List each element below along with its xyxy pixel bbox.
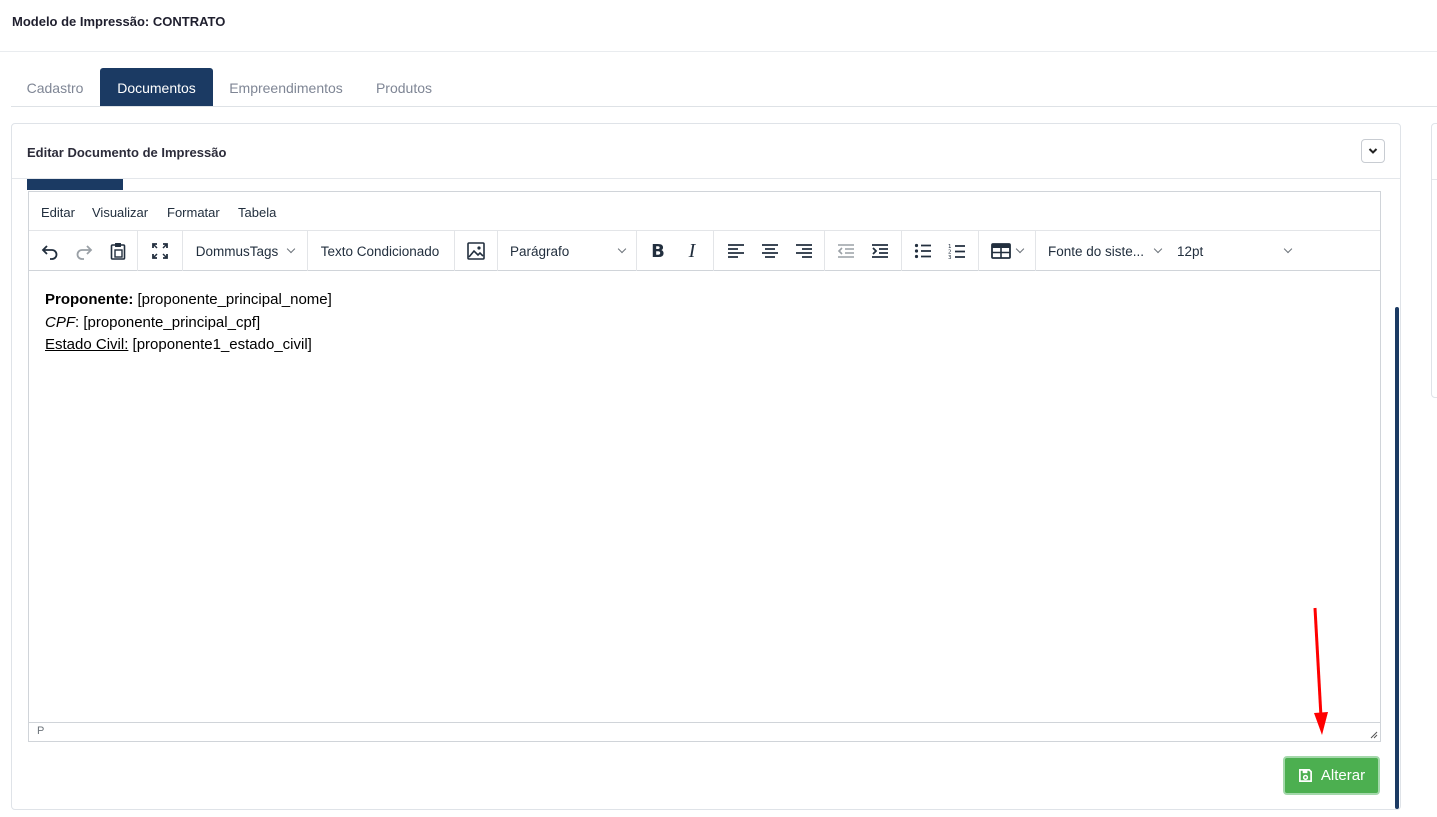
bullet-list-button[interactable] — [908, 235, 938, 267]
table-icon — [991, 243, 1011, 259]
menu-formatar[interactable]: Formatar — [167, 205, 220, 220]
bold-button[interactable]: B — [643, 235, 673, 267]
estado-civil-label: Estado Civil: — [45, 336, 129, 353]
align-right-icon — [796, 244, 812, 258]
scrollbar[interactable] — [1395, 307, 1399, 809]
cpf-label: CPF — [45, 313, 75, 331]
editor-toolbar: DommusTags Texto Condicionado Parágrafo — [29, 231, 1380, 271]
element-path[interactable]: P — [37, 725, 44, 737]
card-header: Editar Documento de Impressão — [12, 124, 1400, 179]
tab-empreendimentos[interactable]: Empreendimentos — [215, 68, 357, 106]
card-title: Editar Documento de Impressão — [27, 145, 227, 160]
chevron-down-icon — [1368, 148, 1378, 154]
block-format-dropdown[interactable]: Parágrafo — [503, 235, 633, 267]
chevron-down-icon — [1153, 244, 1163, 254]
redo-icon — [76, 245, 93, 260]
alterar-label: Alterar — [1320, 767, 1366, 784]
align-left-button[interactable] — [721, 235, 751, 267]
estado-civil-value: [proponente1_estado_civil] — [128, 336, 312, 353]
fullscreen-icon — [152, 243, 168, 259]
menu-visualizar[interactable]: Visualizar — [92, 205, 148, 220]
undo-button[interactable] — [35, 235, 65, 267]
italic-icon: I — [688, 239, 696, 262]
italic-button[interactable]: I — [677, 235, 707, 267]
indent-button[interactable] — [865, 235, 895, 267]
outdent-button[interactable] — [831, 235, 861, 267]
undo-icon — [41, 245, 58, 260]
menu-editar[interactable]: Editar — [41, 205, 75, 220]
bold-icon: B — [651, 240, 665, 262]
paste-button[interactable] — [103, 235, 133, 267]
tab-documentos[interactable]: Documentos — [100, 68, 213, 106]
editor-statusbar: P — [29, 722, 1380, 741]
collapse-button[interactable] — [1361, 139, 1385, 163]
table-dropdown[interactable] — [985, 235, 1029, 267]
content-line-proponente: Proponente: [proponente_principal_nome] — [45, 289, 1364, 312]
dommustags-dropdown[interactable]: DommusTags — [189, 235, 301, 267]
alterar-button[interactable]: Alterar — [1283, 756, 1380, 795]
menu-tabela[interactable]: Tabela — [238, 205, 276, 220]
annotation-arrow — [1313, 607, 1328, 735]
conditional-text-button[interactable]: Texto Condicionado — [313, 235, 447, 267]
clipboard-icon — [110, 243, 126, 260]
image-icon — [467, 242, 485, 260]
numbered-list-icon: 1 2 3 — [948, 244, 965, 260]
cpf-value: : [proponente_principal_cpf] — [75, 313, 261, 331]
edit-document-card: Editar Documento de Impressão Editar Vis… — [11, 123, 1401, 810]
chevron-down-icon — [617, 244, 627, 254]
align-center-button[interactable] — [755, 235, 785, 267]
save-icon — [1298, 769, 1312, 782]
font-family-label: Fonte do siste... — [1048, 243, 1145, 259]
numbered-list-button[interactable]: 1 2 3 — [942, 235, 972, 267]
content-line-estado-civil: Estado Civil: [proponente1_estado_civil] — [45, 334, 1364, 357]
block-format-label: Parágrafo — [510, 243, 570, 259]
resize-handle-icon[interactable] — [1368, 729, 1378, 739]
align-right-button[interactable] — [789, 235, 819, 267]
tab-bar: Cadastro Documentos Empreendimentos Prod… — [11, 68, 1437, 107]
align-left-icon — [728, 244, 744, 258]
conditional-text-label: Texto Condicionado — [320, 243, 440, 259]
subtab-indicator — [27, 179, 123, 190]
chevron-down-icon — [287, 244, 296, 254]
indent-icon — [872, 244, 888, 258]
side-card — [1431, 123, 1437, 398]
page-title: Modelo de Impressão: CONTRATO — [12, 14, 226, 29]
editor-content[interactable]: Proponente: [proponente_principal_nome] … — [29, 271, 1380, 724]
rich-text-editor: Editar Visualizar Formatar Tabela Dommus… — [28, 191, 1381, 742]
font-size-label: 12pt — [1177, 243, 1204, 259]
chevron-down-icon — [1015, 244, 1025, 254]
align-center-icon — [762, 244, 778, 258]
bullet-list-icon — [914, 243, 931, 259]
dommustags-label: DommusTags — [195, 243, 279, 259]
redo-button[interactable] — [69, 235, 99, 267]
svg-text:3: 3 — [948, 255, 952, 260]
font-size-dropdown[interactable]: 12pt — [1171, 235, 1297, 267]
tab-produtos[interactable]: Produtos — [361, 68, 447, 106]
page-header: Modelo de Impressão: CONTRATO — [0, 0, 1437, 52]
proponente-value: [proponente_principal_nome] — [133, 291, 332, 308]
insert-image-button[interactable] — [461, 235, 491, 267]
content-line-cpf: CPF: [proponente_principal_cpf] — [45, 312, 1364, 335]
font-family-dropdown[interactable]: Fonte do siste... — [1041, 235, 1167, 267]
chevron-down-icon — [1283, 244, 1293, 254]
outdent-icon — [837, 244, 854, 258]
proponente-label: Proponente: — [45, 291, 134, 308]
editor-menubar: Editar Visualizar Formatar Tabela — [29, 192, 1380, 231]
fullscreen-button[interactable] — [145, 235, 175, 267]
tab-cadastro[interactable]: Cadastro — [11, 68, 99, 106]
